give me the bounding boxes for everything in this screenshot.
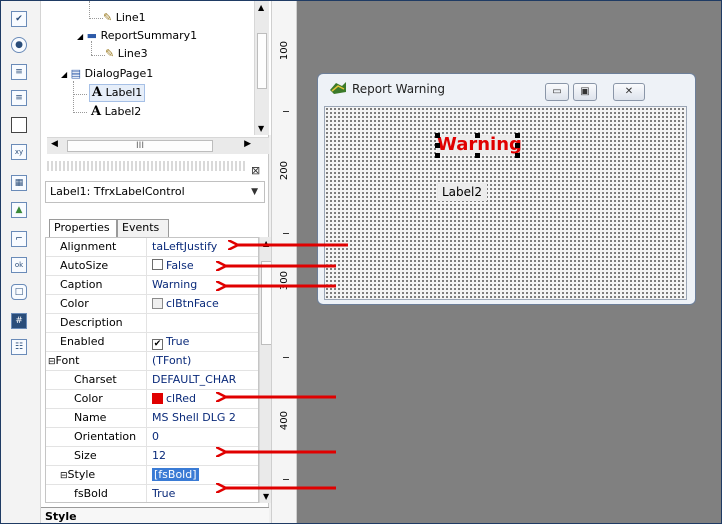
prop-row-style[interactable]: ⊟Style [fsBold] [46,466,258,485]
report-warning-dialog[interactable]: Report Warning ▭ ▣ ✕ Warning Label2 [317,73,696,305]
component-toolbar: ✔ ● ≡ ≡ xy ▦ ▲ ⌐ ok □ # ☷ [1,1,41,523]
splitter[interactable] [47,161,247,171]
prop-row-orientation[interactable]: Orientation 0 [46,428,258,447]
tab-events[interactable]: Events [117,219,169,237]
tree-item-label1[interactable]: A Label1 [89,84,146,102]
scroll-up-icon[interactable]: ▲ [263,239,269,248]
tree-vertical-scrollbar[interactable]: ▲ ▼ [254,1,269,135]
ruler-tick [283,357,289,358]
spin-edit2-icon[interactable]: ≡ [11,90,27,106]
groupbox-icon[interactable]: xy [11,144,27,160]
tree-horizontal-scrollbar[interactable]: ◀ III ▶ [47,137,269,154]
bevel-icon[interactable]: ⌐ [11,231,27,247]
scroll-right-icon[interactable]: ▶ [244,139,251,149]
dialog-page-icon: ▤ [70,67,82,80]
prop-row-enabled[interactable]: Enabled ✔ True [46,333,258,352]
tree-item-line1[interactable]: ✎ Line1 [103,9,146,27]
scroll-thumb[interactable] [257,33,267,89]
ok-button-icon[interactable]: ok [11,257,27,273]
close-icon[interactable]: ✕ [613,83,645,101]
minimize-icon[interactable]: ▭ [545,83,569,101]
scroll-left-icon[interactable]: ◀ [51,139,58,149]
prop-row-caption[interactable]: Caption Warning [46,276,258,295]
pencil-icon: ✎ [105,47,115,60]
prop-row-alignment[interactable]: Alignment taLeftJustify [46,238,258,257]
ruler-tick [283,111,289,112]
prop-row-autosize[interactable]: AutoSize False [46,257,258,276]
ruler-label: 300 [279,271,290,291]
dialog-title: Report Warning [352,82,445,96]
prop-row-font[interactable]: ⊟Font (TFont) [46,352,258,371]
scroll-thumb[interactable]: III [67,140,213,152]
maximize-icon[interactable]: ▣ [573,83,597,101]
selection-handle[interactable] [475,153,480,158]
ruler-label: 200 [279,161,290,181]
tab-properties[interactable]: Properties [49,219,117,237]
scroll-up-icon[interactable]: ▲ [258,3,264,12]
component-selector[interactable]: Label1: TfrxLabelControl ▼ [45,181,265,203]
checkbox-icon[interactable] [152,259,163,270]
prop-row-description[interactable]: Description [46,314,258,333]
object-tree[interactable]: ✎ Line1 ◢ ▬ ReportSummary1 ✎ Line3 ◢ ▤ D… [47,1,273,135]
selection-handle[interactable] [515,153,520,158]
ruler-tick [283,479,289,480]
selection-handle[interactable] [435,143,440,148]
prop-row-color[interactable]: Color clBtnFace [46,295,258,314]
scroll-down-icon[interactable]: ▼ [263,492,269,501]
prop-row-fsbold[interactable]: fsBold True [46,485,258,502]
selection-handle[interactable] [435,153,440,158]
radio-icon[interactable]: ● [11,37,27,53]
pencil-icon: ✎ [103,11,113,24]
edit-icon[interactable]: # [11,313,27,329]
selection-handle[interactable] [515,133,520,138]
tree-item-line3[interactable]: ✎ Line3 [105,45,148,63]
vertical-ruler: 100 200 300 400 [271,1,297,523]
grid-icon[interactable]: ▦ [11,175,27,191]
label2-control[interactable]: Label2 [437,183,487,201]
prop-row-name[interactable]: Name MS Shell DLG 2 [46,409,258,428]
app-icon [330,82,346,94]
listbox-icon[interactable]: ☷ [11,339,27,355]
ruler-label: 100 [279,41,290,61]
label-a-icon: A [91,104,102,119]
panel-icon[interactable] [11,117,27,133]
selection-handle[interactable] [475,133,480,138]
image-icon[interactable]: ▲ [11,202,27,218]
color-swatch [152,393,163,404]
ruler-tick [283,233,289,234]
prop-row-font-color[interactable]: Color clRed [46,390,258,409]
ruler-label: 400 [279,411,290,431]
collapse-icon[interactable]: ◢ [61,70,67,79]
checkbox-checked-icon[interactable]: ✔ [152,339,163,350]
tree-item-reportsummary1[interactable]: ◢ ▬ ReportSummary1 [77,27,197,45]
object-panel: ✎ Line1 ◢ ▬ ReportSummary1 ✎ Line3 ◢ ▤ D… [41,1,273,523]
scroll-down-icon[interactable]: ▼ [258,124,264,133]
label-a-icon: A [92,85,103,100]
prop-row-size[interactable]: Size 12 [46,447,258,466]
chevron-down-icon[interactable]: ▼ [251,182,258,202]
prop-row-charset[interactable]: Charset DEFAULT_CHAR [46,371,258,390]
selection-handle[interactable] [435,133,440,138]
spin-edit-icon[interactable]: ≡ [11,64,27,80]
tree-item-dialogpage1[interactable]: ◢ ▤ DialogPage1 [61,65,153,83]
dialog-client-area[interactable]: Warning Label2 [324,106,687,300]
checkbox-icon[interactable]: ✔ [11,11,27,27]
expand-icon[interactable]: ⊟ [48,357,56,367]
collapse-icon[interactable]: ◢ [77,32,83,41]
designer-window: ✔ ● ≡ ≡ xy ▦ ▲ ⌐ ok □ # ☷ ✎ Line1 ◢ ▬ Re… [0,0,722,524]
warning-label[interactable]: Warning [437,135,522,155]
property-description-title: Style [41,507,269,523]
shape-icon[interactable]: □ [11,284,27,300]
color-swatch [152,298,163,309]
property-grid[interactable]: Alignment taLeftJustify AutoSize False Cap… [45,237,259,503]
selection-handle[interactable] [515,143,520,148]
tree-item-label2[interactable]: A Label2 [91,103,141,121]
close-x-icon[interactable]: ⊠ [251,164,260,177]
expand-icon[interactable]: ⊟ [60,471,68,481]
